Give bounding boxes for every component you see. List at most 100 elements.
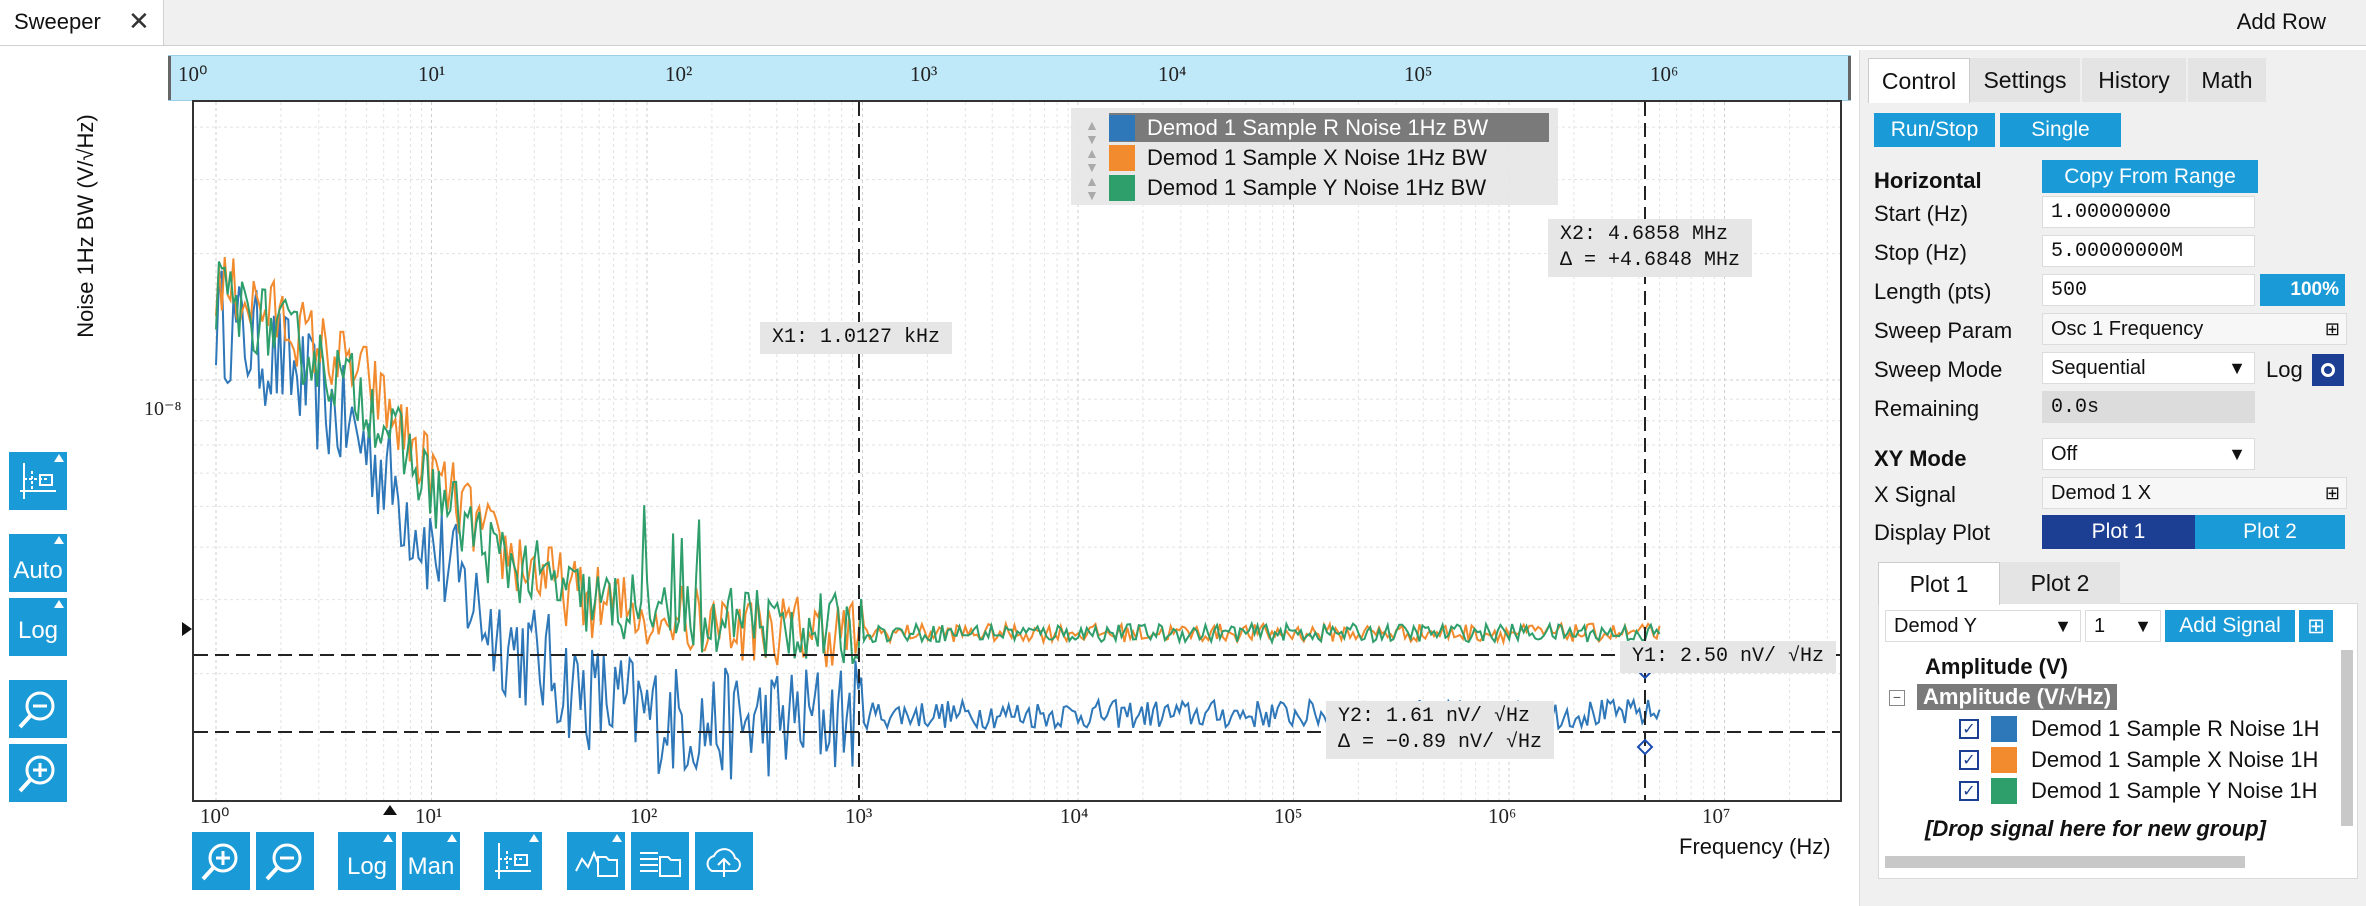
legend-item[interactable]: Demod 1 Sample Y Noise 1Hz BW: [1109, 173, 1549, 202]
drop-hint[interactable]: [Drop signal here for new group]: [1925, 816, 2266, 842]
checkbox[interactable]: ✓: [1959, 750, 1979, 770]
cursor-grid-icon: [495, 843, 531, 879]
length-label: Length (pts): [1874, 279, 1992, 304]
x-manual-button[interactable]: Man: [402, 832, 460, 890]
cursor-grid-icon: [20, 463, 56, 499]
zoom-in-x-button[interactable]: [192, 832, 250, 890]
start-input[interactable]: 1.00000000: [2042, 196, 2255, 228]
tree-signal-r[interactable]: ✓ Demod 1 Sample R Noise 1H: [1959, 716, 2320, 742]
tab-plot1[interactable]: Plot 1: [1878, 562, 2000, 605]
auto-label: Auto: [13, 557, 63, 584]
signal-select[interactable]: Demod Y ▼: [1885, 610, 2081, 642]
save-plot-button[interactable]: [567, 832, 625, 890]
upload-button[interactable]: [695, 832, 753, 890]
signal-tree-button[interactable]: ⊞: [2299, 610, 2333, 642]
tab-settings[interactable]: Settings: [1970, 58, 2080, 102]
display-plot2-button[interactable]: Plot 2: [2195, 515, 2345, 549]
zoom-in-icon: [18, 755, 55, 793]
y-range-marker-icon[interactable]: [182, 622, 192, 636]
tree-signal-y[interactable]: ✓ Demod 1 Sample Y Noise 1H: [1959, 778, 2318, 804]
zoom-out-x-button[interactable]: [256, 832, 314, 890]
sweep-mode-value: Sequential: [2051, 356, 2146, 379]
sweep-mode-select[interactable]: Sequential ▼: [2042, 352, 2255, 384]
tree-icon[interactable]: ⊞: [2325, 483, 2340, 504]
x-log-button[interactable]: Log: [338, 832, 396, 890]
color-swatch: [1991, 778, 2017, 804]
display-plot1-button[interactable]: Plot 1: [2042, 515, 2195, 549]
range-tick: 10⁵: [1404, 62, 1433, 86]
channel-select-value: 1: [2094, 614, 2106, 637]
legend-label: Demod 1 Sample Y Noise 1Hz BW: [1147, 174, 1487, 200]
channel-select[interactable]: 1 ▼: [2085, 610, 2161, 642]
range-tick: 10⁰: [178, 62, 208, 86]
x-range-marker-icon[interactable]: [383, 805, 397, 815]
color-swatch: [1991, 716, 2017, 742]
horizontal-scrollbar[interactable]: [1885, 856, 2245, 868]
log-label: Log: [17, 617, 59, 644]
plot-legend[interactable]: ▲ ▼ ▲ ▼ ▲ ▼ Demod 1 Sample R Noise 1Hz BW Dem…: [1071, 108, 1558, 205]
tree-group-label: Amplitude (V/√Hz): [1923, 684, 2112, 709]
signal-label: Demod 1 Sample Y Noise 1H: [2031, 778, 2318, 803]
single-button[interactable]: Single: [2000, 113, 2121, 147]
cursor-x1-label: X1: 1.0127 kHz: [760, 322, 953, 354]
tab-history[interactable]: History: [2082, 58, 2186, 102]
tree-icon[interactable]: ⊞: [2325, 319, 2340, 340]
plot-area[interactable]: [192, 100, 1842, 802]
zoom-out-y-button[interactable]: [9, 680, 67, 738]
collapse-icon[interactable]: −: [1889, 690, 1905, 706]
log-toggle-radio[interactable]: [2312, 354, 2344, 386]
range-axis[interactable]: 10⁰ 10¹ 10² 10³ 10⁴ 10⁵ 10⁶: [168, 55, 1851, 101]
xy-mode-select[interactable]: Off ▼: [2042, 438, 2255, 470]
tab-plot2[interactable]: Plot 2: [2000, 562, 2120, 604]
remaining-label: Remaining: [1874, 396, 1980, 421]
save-data-button[interactable]: [631, 832, 689, 890]
stop-input[interactable]: 5.00000000M: [2042, 235, 2255, 267]
cursor-toggle-button[interactable]: [9, 452, 67, 510]
tree-signal-x[interactable]: ✓ Demod 1 Sample X Noise 1H: [1959, 747, 2318, 773]
tree-group-amplitude[interactable]: Amplitude (V): [1925, 654, 2068, 680]
signal-label: Demod 1 Sample R Noise 1H: [2031, 716, 2320, 741]
legend-label: Demod 1 Sample R Noise 1Hz BW: [1147, 114, 1489, 140]
x-signal-label: X Signal: [1874, 482, 1956, 507]
cursor-y1-label: Y1: 2.50 nV/ √Hz: [1620, 641, 1837, 673]
x-tick-label: 10⁷: [1702, 804, 1731, 828]
progress-bar: 100%: [2260, 274, 2345, 306]
sweep-param-field[interactable]: Osc 1 Frequency ⊞: [2042, 313, 2347, 345]
copy-from-range-button[interactable]: Copy From Range: [2042, 160, 2258, 193]
length-input[interactable]: 500: [2042, 274, 2255, 306]
chevron-down-icon: ▼: [2134, 615, 2152, 636]
x-cursor-button[interactable]: [484, 832, 542, 890]
start-label: Start (Hz): [1874, 201, 1969, 226]
y-tick-label: 10⁻⁸: [144, 398, 182, 420]
auto-scale-button[interactable]: Auto: [9, 534, 67, 592]
legend-scroll-icon[interactable]: ▲ ▼ ▲ ▼ ▲ ▼: [1085, 118, 1099, 202]
range-tick: 10³: [910, 62, 938, 86]
x-axis-label: Frequency (Hz): [1679, 834, 1831, 859]
cursor-x2-value: X2: 4.6858 MHz: [1560, 223, 1729, 246]
x-tick-label: 10³: [845, 804, 873, 828]
save-chart-icon: [575, 850, 618, 877]
legend-label: Demod 1 Sample X Noise 1Hz BW: [1147, 144, 1487, 170]
tab-math[interactable]: Math: [2188, 58, 2266, 102]
y-axis-label: Noise 1Hz BW (V/√Hz): [73, 114, 98, 338]
cursor-y2-label: Y2: 1.61 nV/ √Hz Δ = −0.89 nV/ √Hz: [1326, 701, 1555, 759]
legend-item[interactable]: Demod 1 Sample X Noise 1Hz BW: [1109, 143, 1549, 172]
run-stop-button[interactable]: Run/Stop: [1874, 113, 1995, 147]
close-icon[interactable]: ✕: [128, 6, 150, 37]
sweep-param-label: Sweep Param: [1874, 318, 2013, 343]
legend-item[interactable]: Demod 1 Sample R Noise 1Hz BW: [1109, 113, 1549, 142]
zoom-in-y-button[interactable]: [9, 744, 67, 802]
zoom-out-icon: [265, 843, 302, 881]
tab-control[interactable]: Control: [1868, 58, 1970, 103]
log-scale-button[interactable]: Log: [9, 598, 67, 656]
add-row-button[interactable]: Add Row: [2237, 9, 2326, 35]
checkbox[interactable]: ✓: [1959, 719, 1979, 739]
tab-sweeper[interactable]: Sweeper ✕: [0, 0, 164, 45]
tree-group-noise[interactable]: Amplitude (V/√Hz): [1917, 684, 2118, 710]
checkbox[interactable]: ✓: [1959, 781, 1979, 801]
x-signal-field[interactable]: Demod 1 X ⊞: [2042, 477, 2347, 509]
add-signal-button[interactable]: Add Signal: [2165, 610, 2295, 642]
cloud-upload-icon: [706, 848, 741, 877]
range-tick: 10¹: [418, 62, 446, 86]
vertical-scrollbar[interactable]: [2341, 650, 2353, 826]
